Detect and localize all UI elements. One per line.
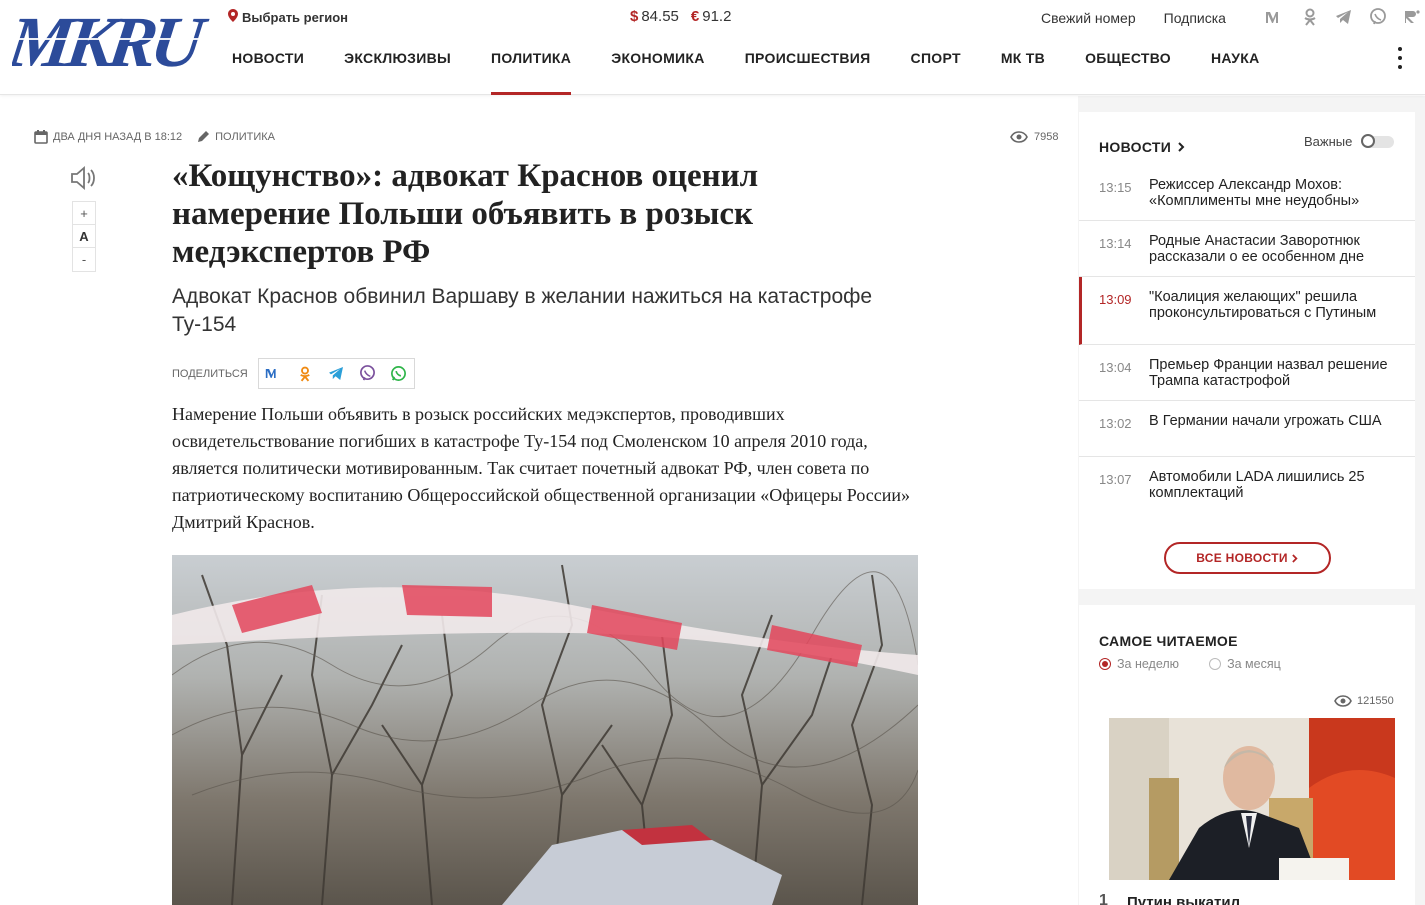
- social-links: [1265, 7, 1423, 27]
- svg-text:MKRU: MKRU: [12, 8, 213, 74]
- nav-mktv[interactable]: МК ТВ: [1001, 46, 1045, 95]
- font-increase-button[interactable]: +: [73, 202, 95, 225]
- article-meta: ДВА ДНЯ НАЗАД В 18:12 ПОЛИТИКА: [34, 130, 275, 144]
- nav-science[interactable]: НАУКА: [1211, 46, 1260, 95]
- font-reset-button[interactable]: A: [73, 225, 95, 248]
- share-ok-icon[interactable]: [290, 359, 321, 388]
- most-read-tabs: За неделю За месяц: [1099, 657, 1281, 671]
- currency-rates: $84.55 €91.2: [630, 8, 731, 25]
- nav-news[interactable]: НОВОСТИ: [232, 46, 304, 95]
- pencil-icon: [198, 131, 210, 142]
- more-menu-icon[interactable]: [1393, 47, 1407, 69]
- nav-society[interactable]: ОБЩЕСТВО: [1085, 46, 1171, 95]
- subscription-link[interactable]: Подписка: [1164, 10, 1226, 26]
- mk-logo[interactable]: MKRU: [12, 8, 222, 74]
- nav-incidents[interactable]: ПРОИСШЕСТВИЯ: [745, 46, 871, 95]
- share-block: ПОДЕЛИТЬСЯ: [172, 358, 415, 389]
- font-decrease-button[interactable]: -: [73, 248, 95, 271]
- share-vk-icon[interactable]: [259, 359, 290, 388]
- nav-economy[interactable]: ЭКОНОМИКА: [611, 46, 704, 95]
- article-title: «Кощунство»: адвокат Краснов оценил наме…: [172, 158, 759, 270]
- main-nav: НОВОСТИ ЭКСКЛЮЗИВЫ ПОЛИТИКА ЭКОНОМИКА ПР…: [232, 46, 1300, 95]
- font-size-controls: + A -: [72, 201, 96, 272]
- radio-off-icon: [1209, 658, 1222, 670]
- location-pin-icon: [228, 9, 238, 25]
- speaker-icon[interactable]: [70, 165, 98, 191]
- nav-exclusives[interactable]: ЭКСКЛЮЗИВЫ: [344, 46, 451, 95]
- sidebar-news-panel: НОВОСТИ Важные 13:15 Режиссер Александр …: [1079, 112, 1415, 589]
- telegram-icon[interactable]: [1333, 7, 1355, 27]
- nav-politics[interactable]: ПОЛИТИКА: [491, 46, 572, 95]
- region-selector[interactable]: Выбрать регион: [228, 9, 348, 25]
- news-panel-title[interactable]: НОВОСТИ: [1099, 139, 1186, 155]
- article-date: ДВА ДНЯ НАЗАД В 18:12: [34, 130, 182, 144]
- chevron-right-icon: [1292, 553, 1298, 563]
- article-rubric[interactable]: ПОЛИТИКА: [196, 130, 275, 144]
- popular-views: 121550: [1334, 695, 1394, 707]
- popular-photo[interactable]: [1109, 718, 1395, 880]
- article-subtitle: Адвокат Краснов обвинил Варшаву в желани…: [172, 285, 873, 336]
- popular-rank: 1: [1099, 892, 1108, 905]
- article-views: 7958: [1010, 131, 1058, 143]
- important-toggle[interactable]: Важные: [1304, 133, 1395, 149]
- top-links: Свежий номер Подписка: [1041, 10, 1226, 26]
- news-item[interactable]: 13:04 Премьер Франции назвал решение Тра…: [1079, 345, 1415, 401]
- share-viber-icon[interactable]: [352, 359, 383, 388]
- radio-on-icon: [1099, 658, 1111, 670]
- calendar-icon: [34, 130, 48, 144]
- most-read-panel: САМОЕ ЧИТАЕМОЕ За неделю За месяц 121550…: [1079, 605, 1415, 905]
- important-toggle-label: Важные: [1304, 134, 1353, 149]
- most-read-title: САМОЕ ЧИТАЕМОЕ: [1099, 633, 1238, 649]
- share-telegram-icon[interactable]: [321, 359, 352, 388]
- nav-sport[interactable]: СПОРТ: [911, 46, 961, 95]
- region-label: Выбрать регион: [242, 9, 349, 25]
- share-label: ПОДЕЛИТЬСЯ: [172, 367, 248, 380]
- ok-icon[interactable]: [1299, 7, 1321, 27]
- fresh-issue-link[interactable]: Свежий номер: [1041, 10, 1136, 26]
- currency-eur: €91.2: [690, 8, 732, 25]
- all-news-button[interactable]: ВСЕ НОВОСТИ: [1164, 542, 1331, 574]
- tab-week[interactable]: За неделю: [1099, 657, 1179, 671]
- article-lead: Намерение Польши объявить в розыск росси…: [172, 404, 911, 532]
- news-item[interactable]: 13:07 Автомобили LADA лишились 25 компле…: [1079, 457, 1415, 513]
- article-photo: [172, 555, 918, 905]
- currency-usd: $84.55: [630, 8, 679, 25]
- news-item[interactable]: 13:15 Режиссер Александр Мохов: «Комплим…: [1079, 165, 1415, 221]
- vk-icon[interactable]: [1265, 7, 1287, 27]
- viber-icon[interactable]: [1367, 7, 1389, 27]
- eye-icon: [1334, 695, 1352, 707]
- news-item[interactable]: 13:02 В Германии начали угрожать США: [1079, 401, 1415, 457]
- share-buttons: [257, 358, 415, 389]
- news-item[interactable]: 13:14 Родные Анастасии Заворотнюк расска…: [1079, 221, 1415, 277]
- toggle-switch[interactable]: [1361, 133, 1395, 148]
- eye-icon: [1010, 131, 1028, 143]
- site-header: MKRU Выбрать регион $84.55 €91.2 Свежий …: [0, 0, 1425, 95]
- share-whatsapp-icon[interactable]: [383, 359, 414, 388]
- tab-month[interactable]: За месяц: [1209, 657, 1281, 671]
- popular-title[interactable]: Путин выкатил: [1127, 894, 1240, 905]
- news-list: 13:15 Режиссер Александр Мохов: «Комплим…: [1079, 165, 1415, 513]
- news-item-active[interactable]: 13:09 "Коалиция желающих" решила проконс…: [1079, 277, 1415, 345]
- rutube-icon[interactable]: [1401, 7, 1423, 27]
- chevron-right-icon: [1178, 142, 1185, 152]
